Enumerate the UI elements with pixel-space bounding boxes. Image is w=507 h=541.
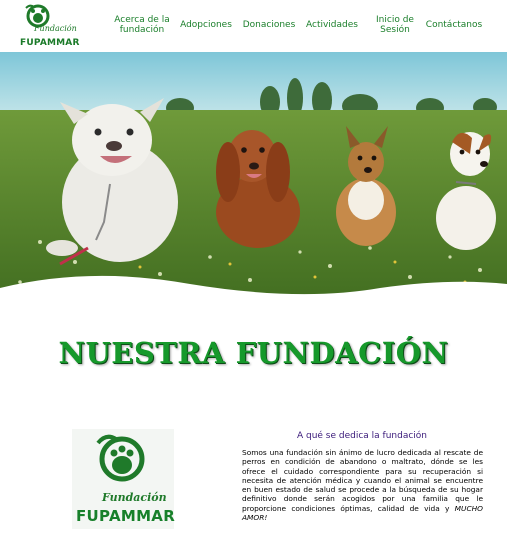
paw-heart-icon — [96, 434, 145, 482]
about-body: Somos una fundación sin ánimo de lucro d… — [242, 448, 483, 513]
about-logo-name: FUPAMMAR — [76, 507, 176, 525]
nav-acerca-line1: Acerca de la — [114, 15, 170, 25]
brand-logo[interactable]: Fundación FUPAMMAR — [8, 2, 79, 48]
brand-logo-top-text: Fundación — [34, 24, 77, 33]
about-heading: A qué se dedica la fundación — [296, 431, 428, 441]
nav-acerca-line2: fundación — [119, 25, 165, 35]
navbar: Fundación FUPAMMAR Acerca de la fundació… — [0, 0, 507, 52]
dogs-in-meadow-image — [0, 52, 507, 314]
hero-image — [0, 52, 507, 314]
nav-actividades[interactable]: Actividades — [304, 20, 360, 30]
nav-acerca[interactable]: Acerca de la fundación — [112, 15, 172, 35]
about-logo: Fundación FUPAMMAR — [72, 429, 176, 529]
nav-contactanos[interactable]: Contáctanos — [424, 20, 484, 30]
nav-login-line2: Sesión — [380, 25, 410, 35]
nav-adopciones[interactable]: Adopciones — [178, 20, 234, 30]
nav-donaciones[interactable]: Donaciones — [242, 20, 296, 30]
page-title: NUESTRA FUNDACIÓN — [58, 336, 449, 370]
nav-login-line1: Inicio de — [376, 15, 414, 25]
about-logo-top-text: Fundación — [102, 491, 167, 504]
about-description: Somos una fundación sin ánimo de lucro d… — [242, 448, 483, 522]
brand-logo-name: FUPAMMAR — [20, 38, 80, 48]
nav-login[interactable]: Inicio de Sesión — [372, 15, 418, 35]
